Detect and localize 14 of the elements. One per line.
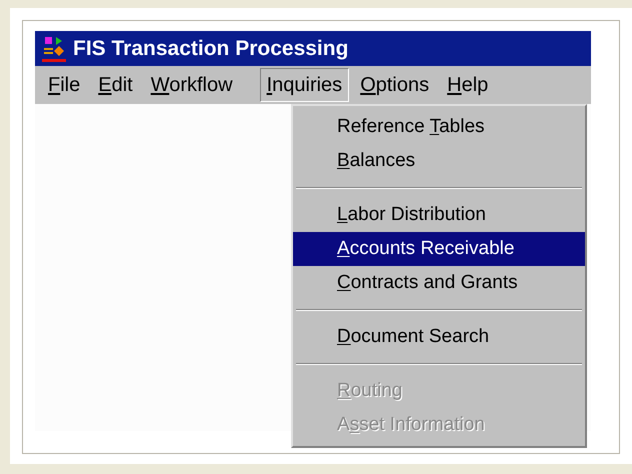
dropdown-item[interactable]: Contracts and Grants xyxy=(293,266,585,300)
menu-item[interactable]: Edit xyxy=(91,68,140,102)
menu-item[interactable]: Help xyxy=(440,68,496,102)
dropdown-item[interactable]: Accounts Receivable xyxy=(293,232,585,266)
dropdown-item[interactable]: Balances xyxy=(293,144,585,178)
menu-item[interactable]: Inquiries xyxy=(260,68,350,102)
window-title: FIS Transaction Processing xyxy=(73,36,348,62)
app-icon xyxy=(39,34,69,62)
dropdown-item[interactable]: Labor Distribution xyxy=(293,198,585,232)
dropdown-item[interactable]: Document Search xyxy=(293,320,585,354)
menu-item[interactable]: Options xyxy=(353,68,436,102)
menu-item[interactable]: Workflow xyxy=(144,68,240,102)
dropdown-item[interactable]: Reference Tables xyxy=(293,110,585,144)
menu-item[interactable]: File xyxy=(41,68,88,102)
